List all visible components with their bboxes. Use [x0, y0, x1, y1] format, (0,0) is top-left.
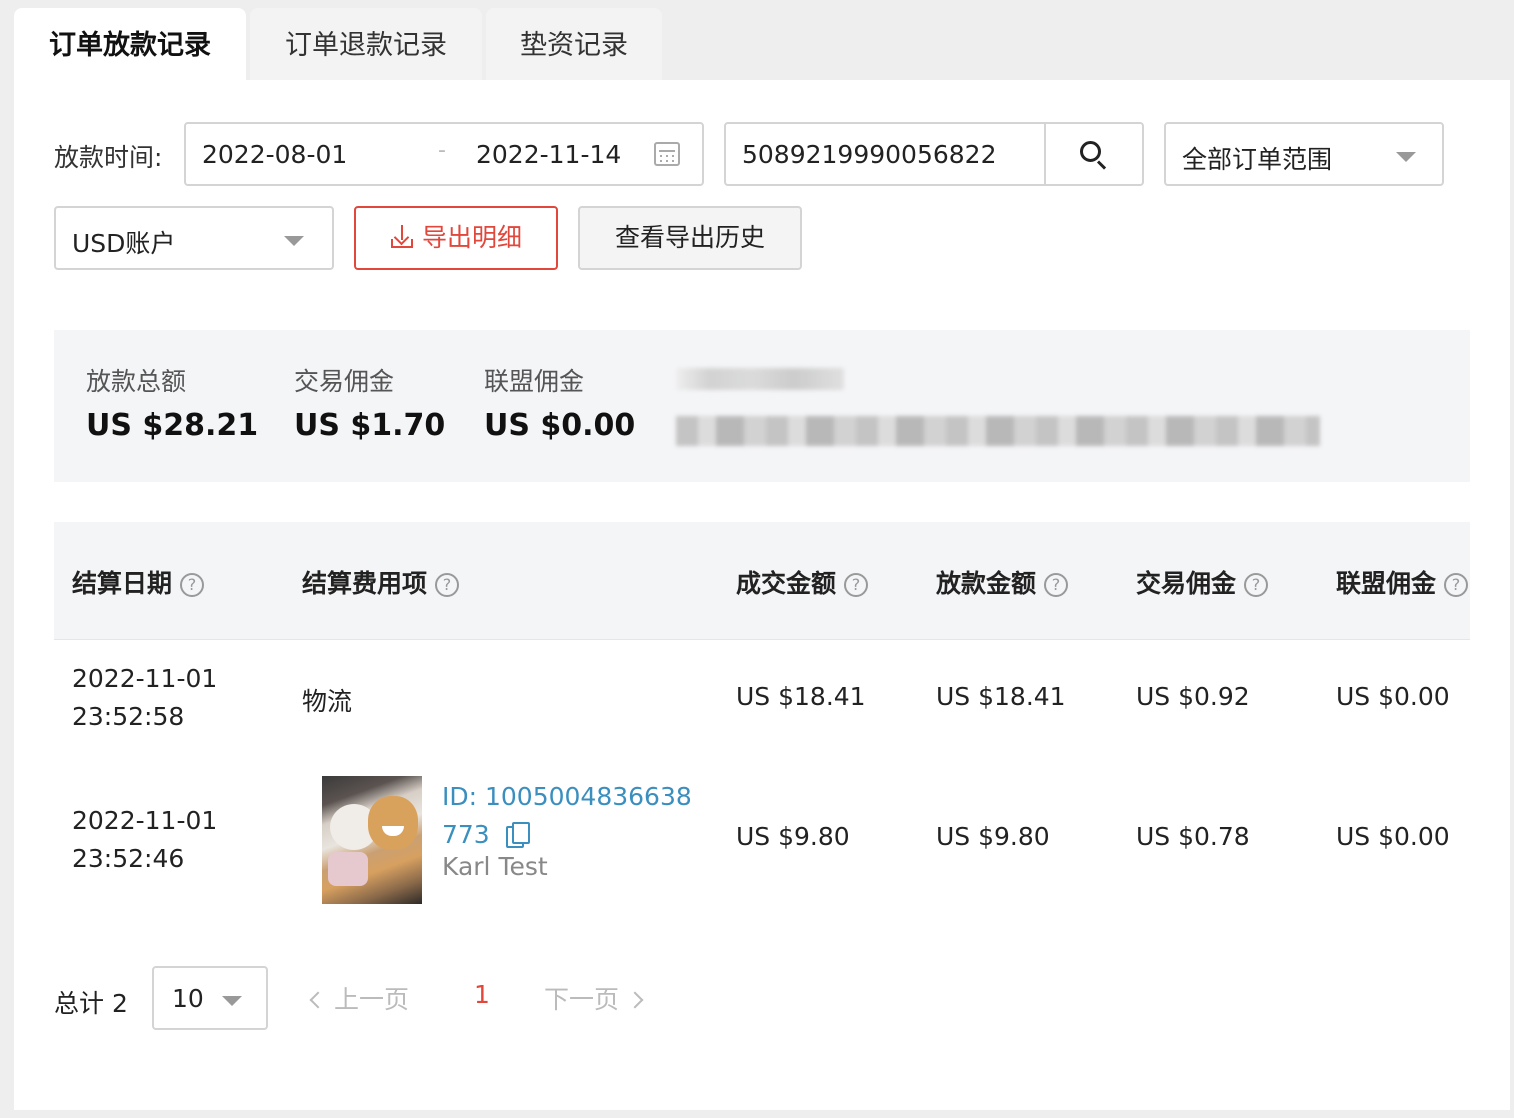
chevron-left-icon [309, 991, 327, 1009]
col-trade-commission: 交易佣金? [1136, 564, 1269, 600]
summary-value: US $1.70 [294, 408, 446, 443]
tab-bar: 订单放款记录 订单退款记录 垫资记录 [14, 0, 1514, 80]
help-icon[interactable]: ? [1444, 573, 1469, 597]
redacted-text [676, 416, 1320, 446]
trade-commission: US $0.78 [1136, 822, 1250, 851]
export-details-button[interactable]: 导出明细 [354, 206, 558, 270]
summary-total: 放款总额 US $28.21 [86, 362, 258, 443]
next-page-button[interactable]: 下一页 [544, 980, 644, 1016]
affiliate-commission: US $0.00 [1336, 682, 1450, 711]
chevron-right-icon [626, 991, 644, 1009]
trade-commission: US $0.92 [1136, 682, 1250, 711]
date-range-picker[interactable]: 2022-08-01 - 2022-11-14 [184, 122, 704, 186]
chevron-down-icon [1396, 152, 1416, 162]
product-id-link[interactable]: ID: 1005004836638 773 [442, 778, 692, 854]
search-icon [1080, 141, 1101, 162]
main-panel: 放款时间: 2022-08-01 - 2022-11-14 全部订单范围 USD… [14, 80, 1510, 1110]
download-icon [390, 225, 414, 249]
settlement-date: 2022-11-01 23:52:46 [72, 806, 218, 873]
account-select[interactable]: USD账户 [54, 206, 334, 270]
summary-affiliate-commission: 联盟佣金 US $0.00 [484, 362, 635, 443]
order-search [724, 122, 1144, 186]
page-size-value: 10 [172, 984, 204, 1013]
page-size-select[interactable]: 10 [152, 966, 268, 1030]
deal-amount: US $9.80 [736, 822, 850, 851]
table-row: 2022-11-01 23:52:46 ID: 1005004836638 77… [54, 760, 1470, 920]
chevron-down-icon [284, 236, 304, 246]
order-scope-value: 全部订单范围 [1182, 145, 1333, 174]
summary-label: 交易佣金 [294, 367, 395, 396]
table-header: 结算日期? 结算费用项? 成交金额? 放款金额? 交易佣金? 联盟佣金? [54, 522, 1470, 640]
prev-page-button[interactable]: 上一页 [309, 980, 409, 1016]
col-payout-amount: 放款金额? [936, 564, 1069, 600]
col-deal-amount: 成交金额? [736, 564, 869, 600]
export-details-label: 导出明细 [421, 223, 522, 252]
export-history-button[interactable]: 查看导出历史 [578, 206, 802, 270]
help-icon[interactable]: ? [435, 573, 460, 597]
help-icon[interactable]: ? [1044, 573, 1069, 597]
col-affiliate-commission: 联盟佣金? [1336, 564, 1469, 600]
copy-icon[interactable] [505, 822, 530, 848]
product-name: Karl Test [442, 852, 548, 881]
chevron-down-icon [222, 996, 242, 1006]
help-icon[interactable]: ? [180, 573, 205, 597]
payout-amount: US $9.80 [936, 822, 1050, 851]
tab-advance[interactable]: 垫资记录 [486, 8, 662, 80]
total-count: 总计 2 [54, 989, 128, 1018]
deal-amount: US $18.41 [736, 682, 866, 711]
col-settlement-date: 结算日期? [72, 564, 205, 600]
summary-value: US $0.00 [484, 408, 636, 443]
date-start[interactable]: 2022-08-01 [202, 140, 347, 169]
redacted-text [676, 368, 844, 390]
date-end[interactable]: 2022-11-14 [476, 140, 621, 169]
calendar-icon[interactable] [654, 142, 680, 166]
product-thumbnail[interactable] [322, 776, 422, 904]
summary-label: 放款总额 [86, 367, 187, 396]
account-value: USD账户 [72, 229, 176, 258]
date-separator: - [438, 138, 446, 163]
summary-value: US $28.21 [86, 408, 259, 443]
help-icon[interactable]: ? [1244, 573, 1269, 597]
page-number-current[interactable]: 1 [474, 980, 490, 1009]
settlement-item: 物流 [302, 687, 353, 716]
summary-panel: 放款总额 US $28.21 交易佣金 US $1.70 联盟佣金 US $0.… [54, 330, 1470, 482]
payout-time-label: 放款时间: [54, 143, 163, 172]
affiliate-commission: US $0.00 [1336, 822, 1450, 851]
tab-order-payout[interactable]: 订单放款记录 [14, 8, 246, 80]
tab-order-refund[interactable]: 订单退款记录 [250, 8, 482, 80]
summary-label: 联盟佣金 [484, 367, 585, 396]
help-icon[interactable]: ? [844, 573, 869, 597]
summary-trade-commission: 交易佣金 US $1.70 [294, 362, 445, 443]
col-settlement-item: 结算费用项? [302, 564, 460, 600]
order-scope-select[interactable]: 全部订单范围 [1164, 122, 1444, 186]
search-input[interactable] [726, 124, 1046, 184]
settlement-date: 2022-11-01 23:52:58 [72, 664, 218, 731]
search-button[interactable] [1044, 124, 1142, 184]
payout-amount: US $18.41 [936, 682, 1066, 711]
